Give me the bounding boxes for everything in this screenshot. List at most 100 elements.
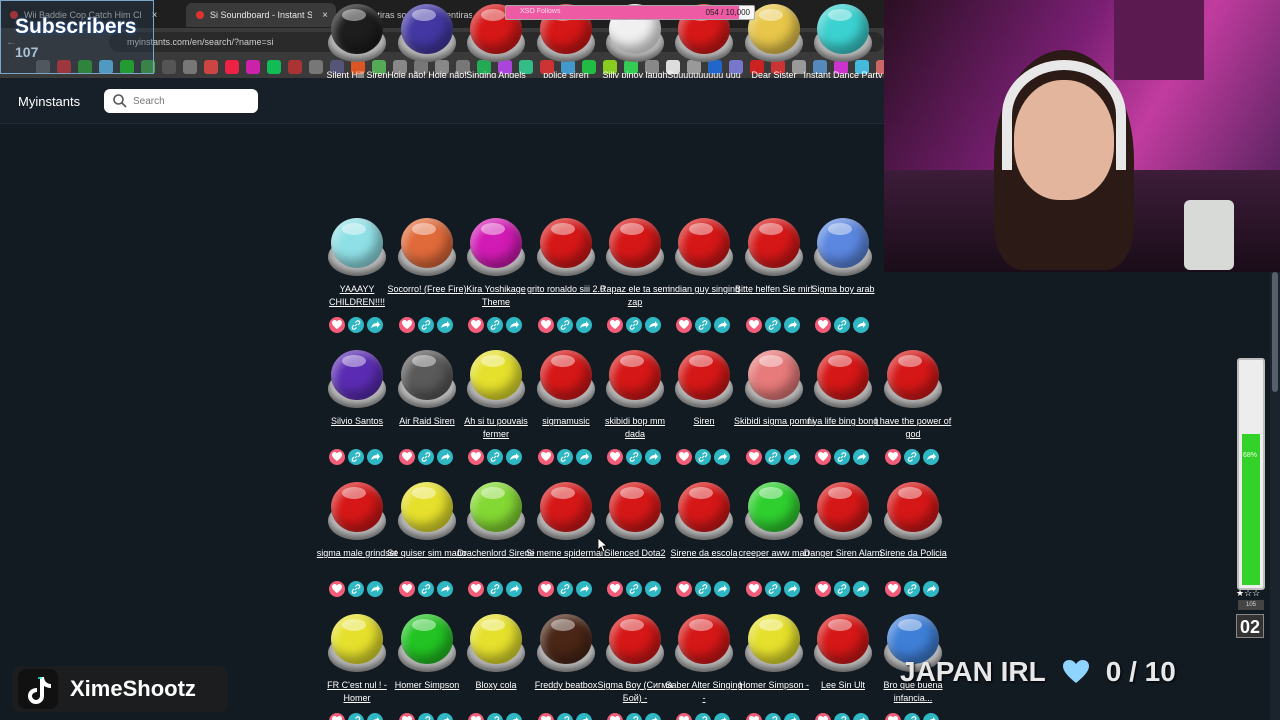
copy-link-icon[interactable] <box>765 581 781 597</box>
share-icon[interactable] <box>367 581 383 597</box>
favorite-heart-icon[interactable] <box>676 317 692 333</box>
copy-link-icon[interactable] <box>834 713 850 720</box>
copy-link-icon[interactable] <box>348 713 364 720</box>
site-logo[interactable]: Myinstants <box>18 94 80 109</box>
copy-link-icon[interactable] <box>348 317 364 333</box>
bookmark-icon[interactable] <box>204 60 218 74</box>
favorite-heart-icon[interactable] <box>399 713 415 720</box>
share-icon[interactable] <box>714 317 730 333</box>
bookmark-icon[interactable] <box>183 60 197 74</box>
share-icon[interactable] <box>714 713 730 720</box>
copy-link-icon[interactable] <box>348 581 364 597</box>
favorite-heart-icon[interactable] <box>468 713 484 720</box>
share-icon[interactable] <box>437 713 453 720</box>
share-icon[interactable] <box>576 317 592 333</box>
share-icon[interactable] <box>645 449 661 465</box>
share-icon[interactable] <box>784 449 800 465</box>
share-icon[interactable] <box>853 317 869 333</box>
page-scrollbar[interactable] <box>1270 272 1280 720</box>
play-sound-button[interactable] <box>814 614 872 672</box>
share-icon[interactable] <box>714 581 730 597</box>
play-sound-button[interactable] <box>398 218 456 276</box>
copy-link-icon[interactable] <box>834 581 850 597</box>
favorite-heart-icon[interactable] <box>399 581 415 597</box>
play-sound-button[interactable] <box>745 482 803 540</box>
share-icon[interactable] <box>645 713 661 720</box>
copy-link-icon[interactable] <box>626 713 642 720</box>
play-sound-button[interactable] <box>675 482 733 540</box>
favorite-heart-icon[interactable] <box>676 713 692 720</box>
favorite-heart-icon[interactable] <box>538 581 554 597</box>
copy-link-icon[interactable] <box>557 581 573 597</box>
favorite-heart-icon[interactable] <box>885 713 901 720</box>
share-icon[interactable] <box>506 581 522 597</box>
play-sound-button[interactable] <box>537 218 595 276</box>
copy-link-icon[interactable] <box>418 317 434 333</box>
play-sound-button[interactable] <box>467 218 525 276</box>
favorite-heart-icon[interactable] <box>676 449 692 465</box>
favorite-heart-icon[interactable] <box>607 713 623 720</box>
copy-link-icon[interactable] <box>834 317 850 333</box>
play-sound-button[interactable] <box>537 614 595 672</box>
share-icon[interactable] <box>923 449 939 465</box>
favorite-heart-icon[interactable] <box>538 449 554 465</box>
play-sound-button[interactable] <box>745 614 803 672</box>
copy-link-icon[interactable] <box>626 581 642 597</box>
favorite-heart-icon[interactable] <box>815 317 831 333</box>
share-icon[interactable] <box>923 713 939 720</box>
favorite-heart-icon[interactable] <box>538 317 554 333</box>
scrollbar-thumb[interactable] <box>1272 272 1278 392</box>
copy-link-icon[interactable] <box>695 581 711 597</box>
copy-link-icon[interactable] <box>695 449 711 465</box>
play-sound-button[interactable] <box>398 4 456 62</box>
share-icon[interactable] <box>437 449 453 465</box>
copy-link-icon[interactable] <box>904 713 920 720</box>
share-icon[interactable] <box>853 713 869 720</box>
favorite-heart-icon[interactable] <box>746 581 762 597</box>
share-icon[interactable] <box>784 317 800 333</box>
copy-link-icon[interactable] <box>487 449 503 465</box>
favorite-heart-icon[interactable] <box>329 581 345 597</box>
share-icon[interactable] <box>576 449 592 465</box>
play-sound-button[interactable] <box>814 218 872 276</box>
share-icon[interactable] <box>367 449 383 465</box>
share-icon[interactable] <box>853 581 869 597</box>
play-sound-button[interactable] <box>467 350 525 408</box>
share-icon[interactable] <box>437 581 453 597</box>
copy-link-icon[interactable] <box>487 317 503 333</box>
copy-link-icon[interactable] <box>557 317 573 333</box>
play-sound-button[interactable] <box>398 482 456 540</box>
favorite-heart-icon[interactable] <box>746 449 762 465</box>
copy-link-icon[interactable] <box>904 449 920 465</box>
favorite-heart-icon[interactable] <box>815 449 831 465</box>
favorite-heart-icon[interactable] <box>329 713 345 720</box>
play-sound-button[interactable] <box>675 218 733 276</box>
favorite-heart-icon[interactable] <box>885 449 901 465</box>
play-sound-button[interactable] <box>606 482 664 540</box>
favorite-heart-icon[interactable] <box>538 713 554 720</box>
copy-link-icon[interactable] <box>626 449 642 465</box>
play-sound-button[interactable] <box>537 350 595 408</box>
sound-name-link[interactable]: Sirene da Policia <box>872 547 954 560</box>
favorite-heart-icon[interactable] <box>468 581 484 597</box>
share-icon[interactable] <box>367 713 383 720</box>
share-icon[interactable] <box>367 317 383 333</box>
browser-tab[interactable]: Si Soundboard - Instant Sound× <box>186 3 336 27</box>
play-sound-button[interactable] <box>467 482 525 540</box>
share-icon[interactable] <box>576 713 592 720</box>
copy-link-icon[interactable] <box>557 449 573 465</box>
share-icon[interactable] <box>506 449 522 465</box>
copy-link-icon[interactable] <box>418 449 434 465</box>
play-sound-button[interactable] <box>328 4 386 62</box>
favorite-heart-icon[interactable] <box>399 449 415 465</box>
play-sound-button[interactable] <box>467 614 525 672</box>
play-sound-button[interactable] <box>675 614 733 672</box>
favorite-heart-icon[interactable] <box>468 449 484 465</box>
bookmark-icon[interactable] <box>288 60 302 74</box>
play-sound-button[interactable] <box>884 350 942 408</box>
share-icon[interactable] <box>506 317 522 333</box>
play-sound-button[interactable] <box>814 350 872 408</box>
favorite-heart-icon[interactable] <box>815 581 831 597</box>
play-sound-button[interactable] <box>328 218 386 276</box>
play-sound-button[interactable] <box>328 614 386 672</box>
